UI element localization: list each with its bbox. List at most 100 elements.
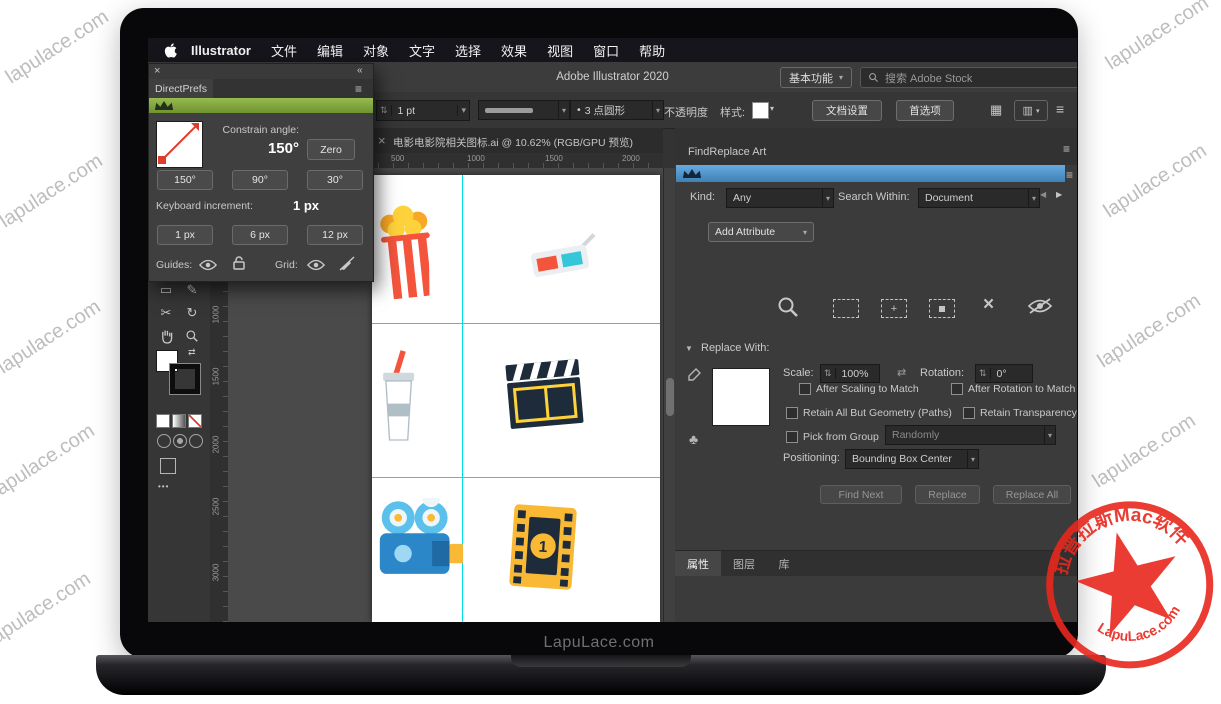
panel-close-icon[interactable]: ×: [154, 65, 160, 77]
film-strip-icon[interactable]: 1: [501, 501, 585, 592]
draw-behind-button[interactable]: [173, 434, 187, 448]
panel-menu-icon[interactable]: ≡: [1063, 142, 1070, 156]
find-zoom-icon[interactable]: [776, 295, 800, 324]
retain-geometry-checkbox[interactable]: [786, 407, 798, 419]
search-within-select[interactable]: Document ▾: [918, 188, 1040, 208]
document-title[interactable]: 电影电影院相关图标.ai @ 10.62% (RGB/GPU 预览): [393, 135, 633, 150]
chevron-down-icon[interactable]: ▾: [770, 104, 774, 113]
preferences-button[interactable]: 首选项: [896, 100, 954, 121]
findreplace-tab[interactable]: FindReplace Art: [688, 146, 766, 158]
grid-visibility-icon[interactable]: [307, 258, 325, 276]
menu-item-select[interactable]: 选择: [445, 41, 491, 60]
panel-menu-icon[interactable]: ≡: [1056, 101, 1064, 117]
stepper-arrows-icon[interactable]: ⇅: [976, 368, 991, 379]
replace-button[interactable]: Replace: [915, 485, 980, 504]
gradient-button[interactable]: [172, 414, 186, 428]
close-icon[interactable]: ×: [378, 133, 386, 148]
panel-menu-icon[interactable]: ≡: [355, 82, 362, 96]
eyedropper-icon[interactable]: [687, 368, 701, 387]
guides-visibility-icon[interactable]: [199, 258, 217, 276]
color-button[interactable]: [156, 414, 170, 428]
apple-icon[interactable]: [164, 43, 177, 58]
angle-preset-button[interactable]: 30°: [307, 170, 363, 190]
zero-button[interactable]: Zero: [307, 139, 355, 160]
after-rotation-checkbox[interactable]: [951, 383, 963, 395]
increment-preset-button[interactable]: 12 px: [307, 225, 363, 245]
scissors-tool[interactable]: ✂: [155, 303, 177, 323]
panel-menu-icon[interactable]: ≡: [1066, 168, 1073, 182]
clapperboard-icon[interactable]: [503, 357, 587, 432]
toolbar-overflow-icon[interactable]: •••: [158, 482, 169, 491]
document-setup-button[interactable]: 文档设置: [812, 100, 882, 121]
menu-item-edit[interactable]: 编辑: [307, 41, 353, 60]
popcorn-icon[interactable]: [369, 200, 445, 306]
width-profile-select[interactable]: ▾: [478, 100, 570, 120]
none-button[interactable]: [188, 414, 202, 428]
opacity-label[interactable]: 不透明度: [664, 104, 708, 120]
angle-preset-button[interactable]: 90°: [232, 170, 288, 190]
movie-camera-icon[interactable]: [374, 498, 466, 584]
menu-item-object[interactable]: 对象: [353, 41, 399, 60]
artboard-tool[interactable]: [160, 458, 176, 474]
select-add-icon[interactable]: +: [881, 299, 907, 318]
increment-preset-button[interactable]: 6 px: [232, 225, 288, 245]
pick-mode-select[interactable]: Randomly ▾: [885, 425, 1056, 445]
pick-from-group-checkbox[interactable]: [786, 431, 798, 443]
drink-cup-icon[interactable]: [375, 346, 425, 444]
menu-item-effect[interactable]: 效果: [491, 41, 537, 60]
replace-with-label[interactable]: Replace With:: [701, 342, 769, 354]
increment-preset-button[interactable]: 1 px: [157, 225, 213, 245]
find-next-button[interactable]: Find Next: [820, 485, 902, 504]
draw-normal-button[interactable]: [157, 434, 171, 448]
replace-art-swatch[interactable]: [712, 368, 770, 426]
zoom-tool[interactable]: [181, 326, 203, 346]
menu-item-help[interactable]: 帮助: [629, 41, 675, 60]
positioning-select[interactable]: Bounding Box Center ▾: [845, 449, 979, 469]
guide-horizontal-1[interactable]: [372, 323, 660, 324]
chevron-down-icon[interactable]: ▾: [457, 105, 469, 116]
panel-tab[interactable]: DirectPrefs: [149, 79, 213, 98]
stock-search-input[interactable]: 搜索 Adobe Stock: [860, 67, 1077, 88]
draw-inside-button[interactable]: [189, 434, 203, 448]
clear-selection-icon[interactable]: ×: [983, 294, 994, 316]
select-box-icon[interactable]: [833, 299, 859, 318]
stepper-arrows-icon[interactable]: ⇅: [377, 105, 392, 116]
after-scaling-checkbox[interactable]: [799, 383, 811, 395]
dock-tab-libraries[interactable]: 库: [767, 551, 801, 576]
scrollbar-thumb[interactable]: [666, 378, 674, 416]
select-item-icon[interactable]: [929, 299, 955, 318]
app-name[interactable]: Illustrator: [181, 43, 261, 58]
stepper-arrows-icon[interactable]: ⇅: [821, 368, 836, 379]
kind-select[interactable]: Any ▾: [726, 188, 834, 208]
guide-horizontal-2[interactable]: [372, 477, 660, 478]
style-swatch[interactable]: [752, 102, 769, 119]
swap-fill-stroke-icon[interactable]: ⇄: [188, 347, 196, 358]
workspace-switcher-button[interactable]: 基本功能 ▾: [780, 67, 852, 88]
disclosure-icon[interactable]: ▼: [685, 344, 693, 353]
menu-item-view[interactable]: 视图: [537, 41, 583, 60]
shape-tool[interactable]: ▭: [155, 280, 177, 300]
arrange-documents-icon[interactable]: ▦: [990, 102, 1002, 118]
sample-club-icon[interactable]: ♣: [689, 431, 698, 447]
menu-item-file[interactable]: 文件: [261, 41, 307, 60]
pencil-tool[interactable]: ✎: [181, 280, 203, 300]
angle-preset-button[interactable]: 150°: [157, 170, 213, 190]
hide-icon[interactable]: [1027, 298, 1053, 319]
stroke-swatch[interactable]: [170, 364, 200, 394]
stroke-weight-stepper[interactable]: ⇅ 1 pt ▾: [376, 100, 470, 121]
menu-item-window[interactable]: 窗口: [583, 41, 629, 60]
menu-item-type[interactable]: 文字: [399, 41, 445, 60]
workspace-panel-button[interactable]: ▥ ▾: [1014, 100, 1048, 121]
brush-select[interactable]: • 3 点圆形 ▾: [570, 100, 664, 120]
add-attribute-button[interactable]: Add Attribute ▾: [708, 222, 814, 242]
next-match-button[interactable]: ▶: [1056, 190, 1062, 199]
link-scale-rotation-icon[interactable]: ⇄: [897, 366, 906, 379]
panel-collapse-icon[interactable]: «: [357, 65, 363, 76]
grid-edit-icon[interactable]: [339, 256, 355, 276]
dock-tab-properties[interactable]: 属性: [675, 551, 721, 576]
dock-tab-layers[interactable]: 图层: [721, 551, 767, 576]
prev-match-button[interactable]: ◀: [1040, 190, 1046, 199]
guides-lock-icon[interactable]: [233, 256, 245, 275]
hand-tool[interactable]: [155, 326, 177, 346]
retain-transparency-checkbox[interactable]: [963, 407, 975, 419]
